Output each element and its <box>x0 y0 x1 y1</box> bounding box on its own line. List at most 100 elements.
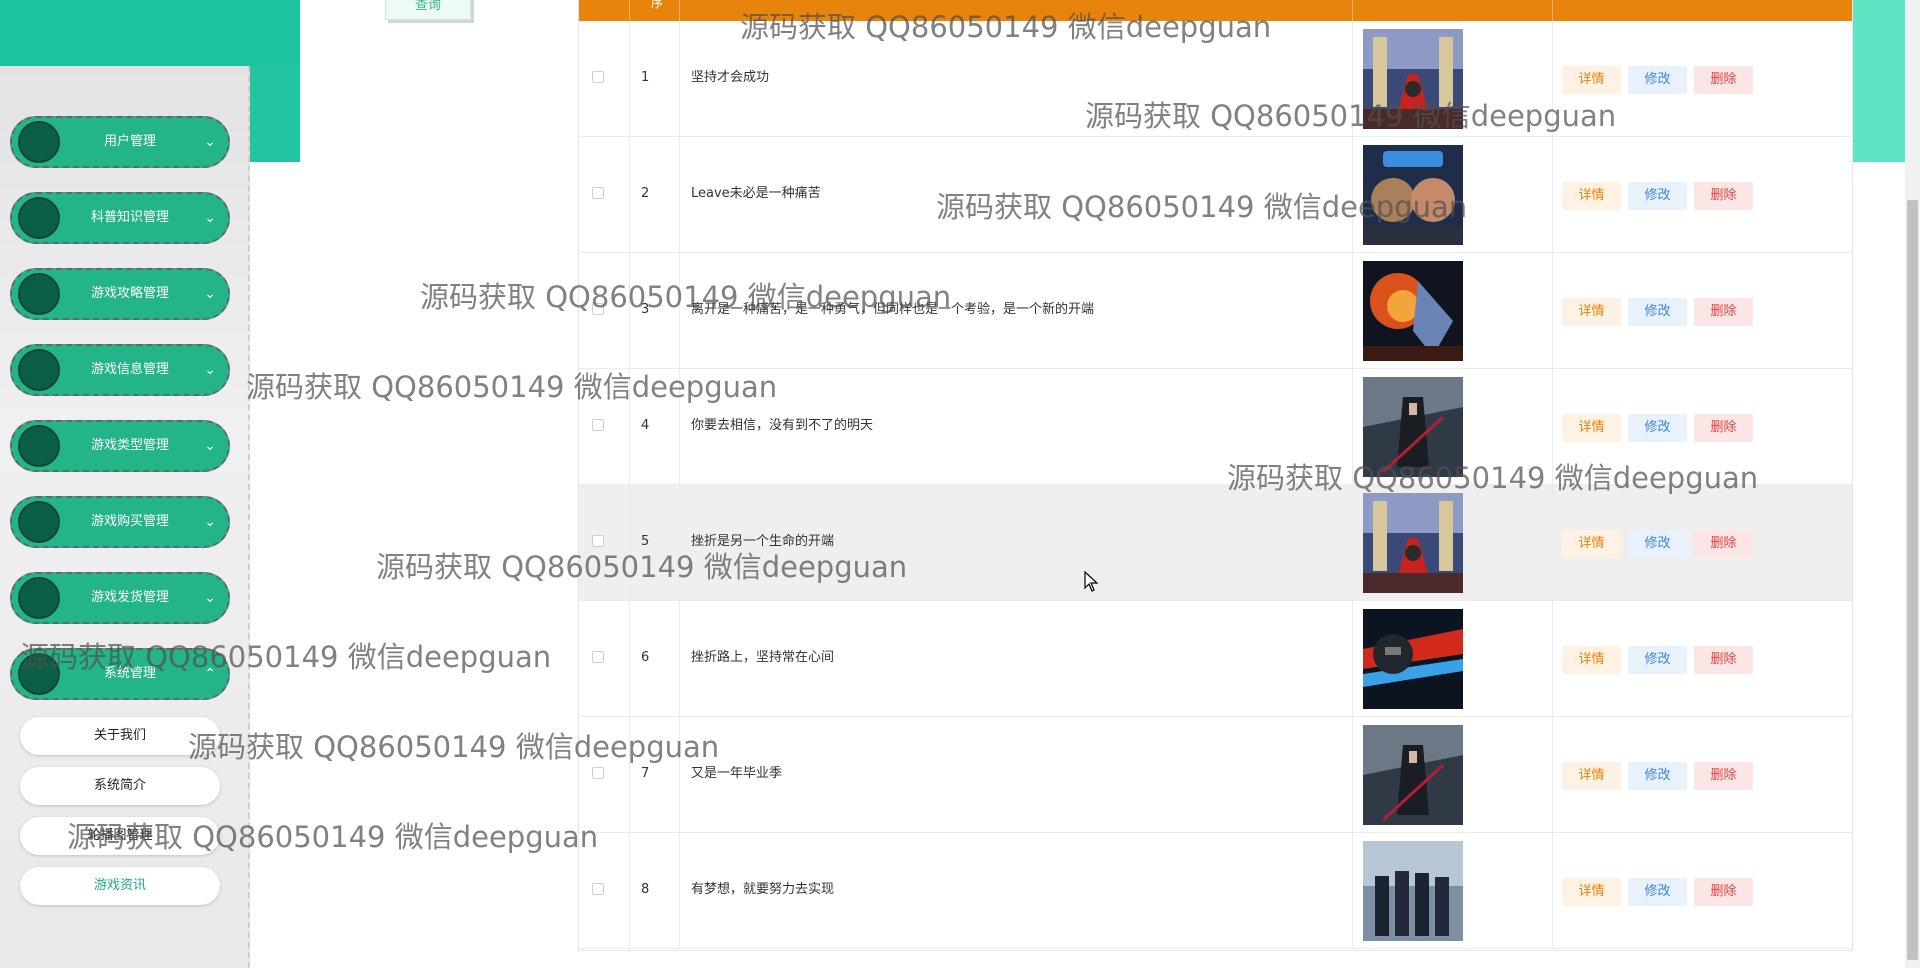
edit-button[interactable]: 修改 <box>1628 646 1687 674</box>
chevron-up-icon: ⌃ <box>204 666 216 682</box>
table-row[interactable]: 8 有梦想，就要努力去实现 详情 修改 删除 <box>579 833 1852 949</box>
table-header: 序 <box>579 0 1852 21</box>
detail-button[interactable]: 详情 <box>1562 762 1621 790</box>
row-index: 4 <box>641 418 650 433</box>
column-divider <box>679 601 680 716</box>
column-divider <box>1552 833 1553 948</box>
row-checkbox[interactable] <box>592 883 604 895</box>
column-divider <box>629 833 630 948</box>
column-divider <box>1352 833 1353 948</box>
table-row[interactable]: 1 坚持才会成功 详情 修改 删除 <box>579 21 1852 137</box>
edit-button[interactable]: 修改 <box>1628 414 1687 442</box>
row-index: 7 <box>641 766 650 781</box>
row-thumbnail-image <box>1363 29 1463 129</box>
detail-button[interactable]: 详情 <box>1562 414 1621 442</box>
menu-game-types[interactable]: 游戏类型管理 ⌄ <box>10 420 230 472</box>
menu-game-info[interactable]: 游戏信息管理 ⌄ <box>10 344 230 396</box>
delete-button[interactable]: 删除 <box>1694 530 1753 558</box>
delete-button[interactable]: 删除 <box>1694 646 1753 674</box>
column-divider <box>629 369 630 484</box>
column-divider <box>1352 253 1353 368</box>
menu-game-shipping[interactable]: 游戏发货管理 ⌄ <box>10 572 230 624</box>
menu-science-knowledge[interactable]: 科普知识管理 ⌄ <box>10 192 230 244</box>
column-divider <box>1552 485 1553 600</box>
submenu-system-intro[interactable]: 系统简介 <box>20 767 220 805</box>
table-row[interactable]: 4 你要去相信，没有到不了的明天 详情 修改 删除 <box>579 369 1852 485</box>
menu-label: 游戏购买管理 <box>90 514 169 529</box>
edit-button[interactable]: 修改 <box>1628 762 1687 790</box>
row-title: 有梦想，就要努力去实现 <box>691 882 835 897</box>
delete-button[interactable]: 删除 <box>1694 878 1753 906</box>
detail-button[interactable]: 详情 <box>1562 298 1621 326</box>
table-row[interactable]: 5 挫折是另一个生命的开端 详情 修改 删除 <box>579 485 1852 601</box>
row-thumbnail-image <box>1363 261 1463 361</box>
edit-button[interactable]: 修改 <box>1628 530 1687 558</box>
table-row[interactable]: 6 挫折路上，坚持常在心间 详情 修改 删除 <box>579 601 1852 717</box>
scrollbar-thumb[interactable] <box>1907 200 1918 960</box>
column-divider <box>679 369 680 484</box>
table-row[interactable]: 3 离开是一种痛苦，是一种勇气，但同样也是一个考验，是一个新的开端 详情 修改 删除 <box>579 253 1852 369</box>
detail-button[interactable]: 详情 <box>1562 182 1621 210</box>
query-button[interactable]: 查询 <box>385 0 471 20</box>
chevron-down-icon: ⌄ <box>204 362 216 378</box>
row-index: 2 <box>641 186 650 201</box>
column-divider <box>1552 21 1553 136</box>
edit-button[interactable]: 修改 <box>1628 878 1687 906</box>
edit-button[interactable]: 修改 <box>1628 298 1687 326</box>
column-divider <box>629 485 630 600</box>
menu-game-purchase[interactable]: 游戏购买管理 ⌄ <box>10 496 230 548</box>
column-divider <box>629 21 630 136</box>
menu-dot-icon <box>18 121 60 163</box>
row-title: 坚持才会成功 <box>691 70 770 85</box>
detail-button[interactable]: 详情 <box>1562 66 1621 94</box>
column-divider <box>1352 601 1353 716</box>
delete-button[interactable]: 删除 <box>1694 298 1753 326</box>
mouse-cursor-icon <box>1084 571 1099 592</box>
column-divider <box>1552 717 1553 832</box>
sidebar: 用户管理 ⌄ 科普知识管理 ⌄ 游戏攻略管理 ⌄ 游戏信息管理 ⌄ 游戏类型管理… <box>0 66 250 968</box>
table-row[interactable]: 7 又是一年毕业季 详情 修改 删除 <box>579 717 1852 833</box>
row-thumbnail-image <box>1363 609 1463 709</box>
column-divider <box>1552 253 1553 368</box>
delete-button[interactable]: 删除 <box>1694 66 1753 94</box>
row-index: 8 <box>641 882 650 897</box>
row-checkbox[interactable] <box>592 651 604 663</box>
column-divider <box>1352 717 1353 832</box>
edit-button[interactable]: 修改 <box>1628 66 1687 94</box>
row-checkbox[interactable] <box>592 71 604 83</box>
row-checkbox[interactable] <box>592 535 604 547</box>
row-thumbnail-image <box>1363 725 1463 825</box>
menu-dot-icon <box>18 349 60 391</box>
menu-game-guides[interactable]: 游戏攻略管理 ⌄ <box>10 268 230 320</box>
column-divider <box>679 253 680 368</box>
delete-button[interactable]: 删除 <box>1694 182 1753 210</box>
edit-button[interactable]: 修改 <box>1628 182 1687 210</box>
row-checkbox[interactable] <box>592 187 604 199</box>
column-divider <box>1352 485 1353 600</box>
row-title: 又是一年毕业季 <box>691 766 783 781</box>
menu-user-management[interactable]: 用户管理 ⌄ <box>10 116 230 168</box>
delete-button[interactable]: 删除 <box>1694 414 1753 442</box>
column-divider <box>1352 369 1353 484</box>
row-checkbox[interactable] <box>592 419 604 431</box>
header-divider <box>679 0 680 21</box>
row-index: 3 <box>641 302 650 317</box>
chevron-down-icon: ⌄ <box>204 134 216 150</box>
menu-dot-icon <box>18 197 60 239</box>
submenu-game-news[interactable]: 游戏资讯 <box>20 867 220 905</box>
detail-button[interactable]: 详情 <box>1562 646 1621 674</box>
menu-system-management[interactable]: 系统管理 ⌃ <box>10 648 230 700</box>
detail-button[interactable]: 详情 <box>1562 878 1621 906</box>
header-green-strip <box>0 0 300 66</box>
detail-button[interactable]: 详情 <box>1562 530 1621 558</box>
chevron-down-icon: ⌄ <box>204 286 216 302</box>
row-thumbnail-image <box>1363 377 1463 477</box>
row-checkbox[interactable] <box>592 767 604 779</box>
menu-label: 科普知识管理 <box>90 210 169 225</box>
submenu-carousel-management[interactable]: 轮播图管理 <box>20 817 220 855</box>
table-row[interactable]: 2 Leave未必是一种痛苦 详情 修改 删除 <box>579 137 1852 253</box>
submenu-about-us[interactable]: 关于我们 <box>20 717 220 755</box>
delete-button[interactable]: 删除 <box>1694 762 1753 790</box>
row-checkbox[interactable] <box>592 303 604 315</box>
chevron-down-icon: ⌄ <box>204 590 216 606</box>
